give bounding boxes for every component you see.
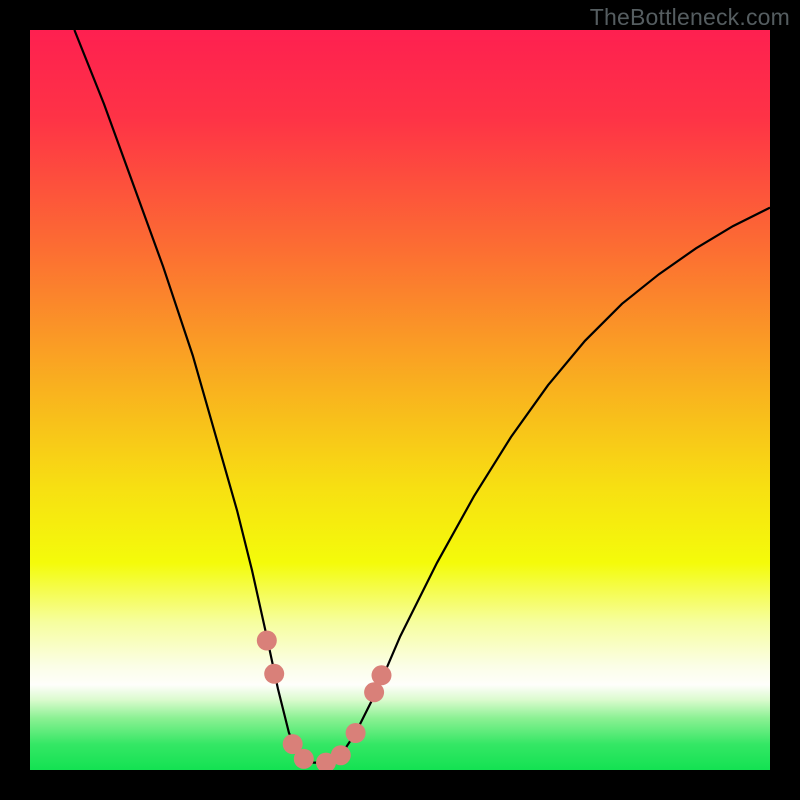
watermark-text: TheBottleneck.com [590,4,790,31]
gradient-background [30,30,770,770]
marker-dot [294,749,314,769]
plot-svg [30,30,770,770]
marker-dot [257,631,277,651]
marker-dot [346,723,366,743]
marker-dot [372,665,392,685]
plot-canvas [30,30,770,770]
chart-frame: TheBottleneck.com [0,0,800,800]
marker-dot [331,745,351,765]
marker-dot [364,682,384,702]
marker-dot [264,664,284,684]
